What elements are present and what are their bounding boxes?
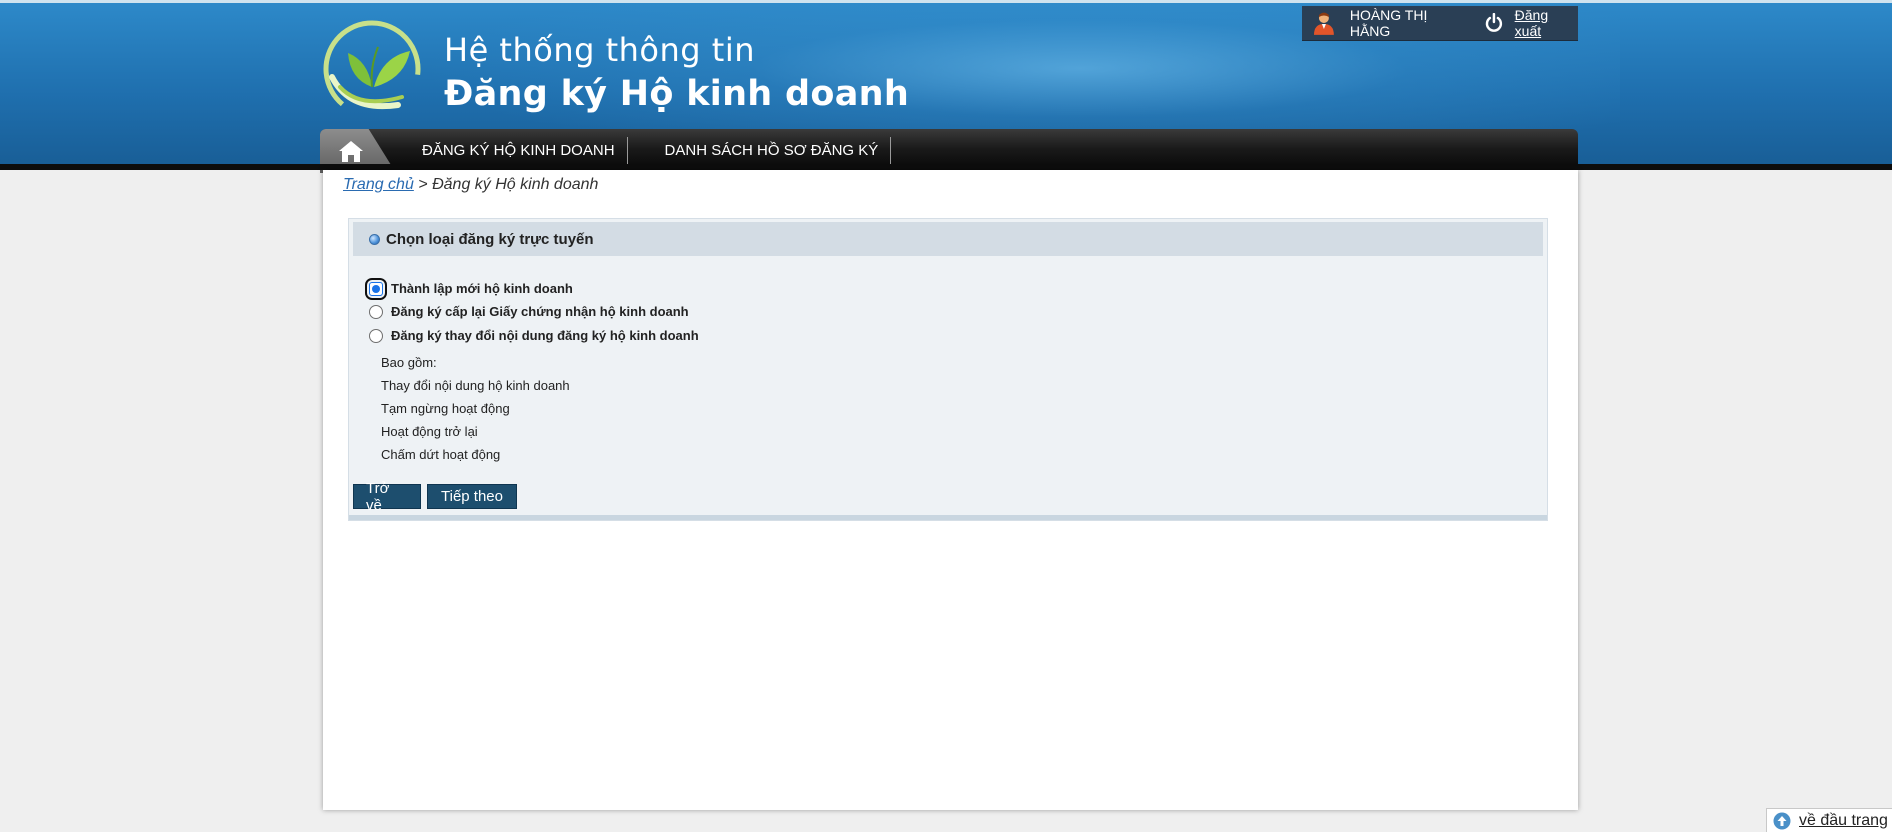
breadcrumb-home-link[interactable]: Trang chủ: [343, 176, 414, 193]
user-name: HOÀNG THỊ HẰNG: [1349, 7, 1428, 39]
main-nav: ĐĂNG KÝ HỘ KINH DOANH DANH SÁCH HỒ SƠ ĐĂ…: [320, 129, 1578, 173]
back-button[interactable]: Trở về: [353, 480, 421, 514]
radio-reissue-certificate[interactable]: [369, 304, 383, 319]
change-content-sub-list: Bao gồm: Thay đổi nội dung hộ kinh doanh…: [381, 351, 570, 466]
option-reissue-certificate[interactable]: Đăng ký cấp lại Giấy chứng nhận hộ kinh …: [369, 304, 689, 319]
next-button[interactable]: Tiếp theo: [427, 484, 517, 509]
sub-list-item: Chấm dứt hoạt động: [381, 447, 501, 462]
form-header: Chọn loại đăng ký trực tuyến: [353, 222, 1543, 256]
nav-item-list[interactable]: DANH SÁCH HỒ SƠ ĐĂNG KÝ: [628, 137, 892, 165]
bullet-icon: [369, 233, 380, 245]
header-inner: Hệ thống thông tin Đăng ký Hộ kinh doanh…: [320, 3, 1578, 173]
option-new-business[interactable]: Thành lập mới hộ kinh doanh: [365, 277, 573, 300]
header-band: Hệ thống thông tin Đăng ký Hộ kinh doanh…: [0, 0, 1892, 173]
option-change-content[interactable]: Đăng ký thay đổi nội dung đăng ký hộ kin…: [369, 328, 699, 343]
radio-new-business[interactable]: [365, 277, 387, 300]
home-icon: [339, 141, 363, 162]
nav-item-register[interactable]: ĐĂNG KÝ HỘ KINH DOANH: [396, 137, 628, 165]
site-title-line2: Đăng ký Hộ kinh doanh: [444, 74, 910, 114]
registration-type-form: Chọn loại đăng ký trực tuyến Thành lập m…: [348, 218, 1548, 521]
arrow-up-circle-icon: [1773, 812, 1791, 829]
sub-list-item: Thay đổi nội dung hộ kinh doanh: [381, 378, 570, 393]
nav-home-button[interactable]: [320, 129, 396, 173]
logout-link[interactable]: Đăng xuất: [1515, 7, 1578, 39]
sub-list-item: Hoạt động trở lại: [381, 424, 478, 439]
radio-change-content[interactable]: [369, 328, 383, 343]
sub-list-item: Bao gồm:: [381, 355, 437, 370]
user-box: HOÀNG THỊ HẰNG Đăng xuất: [1302, 6, 1578, 41]
site-title-line1: Hệ thống thông tin: [444, 31, 755, 69]
user-avatar-icon: [1313, 12, 1334, 35]
option-label: Thành lập mới hộ kinh doanh: [391, 281, 573, 296]
power-icon[interactable]: [1485, 13, 1503, 33]
option-label: Đăng ký thay đổi nội dung đăng ký hộ kin…: [391, 328, 699, 343]
breadcrumb: Trang chủ > Đăng ký Hộ kinh doanh: [343, 176, 598, 194]
breadcrumb-separator: >: [413, 176, 433, 193]
breadcrumb-current: Đăng ký Hộ kinh doanh: [432, 176, 599, 193]
back-to-top-label: về đầu trang: [1799, 811, 1888, 829]
back-to-top-button[interactable]: về đầu trang: [1766, 808, 1892, 832]
sub-list-item: Tạm ngừng hoạt động: [381, 401, 510, 416]
form-heading: Chọn loại đăng ký trực tuyến: [386, 230, 594, 248]
option-label: Đăng ký cấp lại Giấy chứng nhận hộ kinh …: [391, 304, 689, 319]
content-panel: Trang chủ > Đăng ký Hộ kinh doanh Chọn l…: [323, 170, 1578, 810]
logo-icon: [323, 20, 421, 117]
